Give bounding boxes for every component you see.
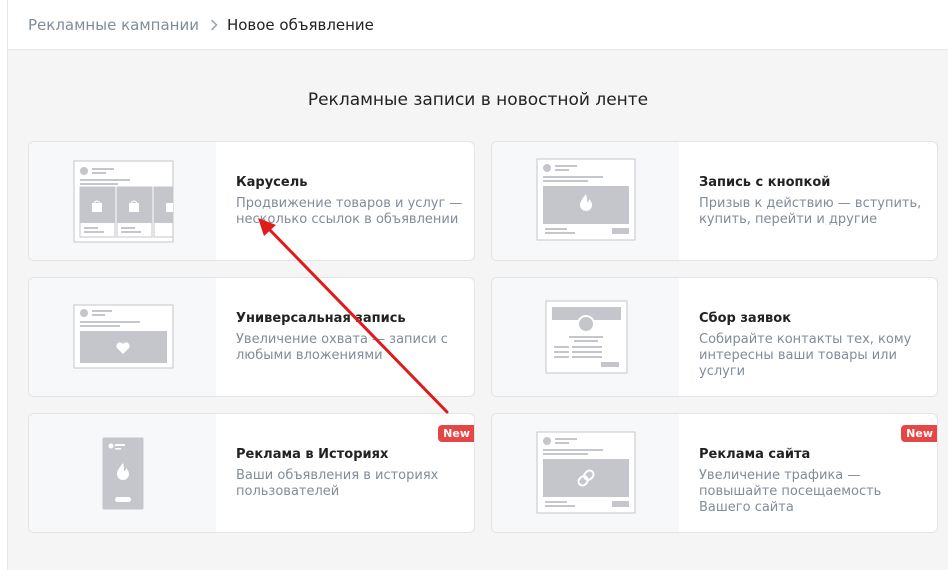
- new-badge: New: [438, 425, 474, 442]
- card-stories-ads[interactable]: Реклама в Историях Ваши объявления в ист…: [28, 413, 475, 533]
- left-sidebar-strip: [0, 0, 8, 570]
- card-title: Универсальная запись: [236, 311, 406, 326]
- button-post-preview-icon: [492, 142, 679, 260]
- breadcrumb-current: Новое объявление: [226, 15, 374, 34]
- card-description: Увеличение трафика — повышайте посещаемо…: [699, 468, 882, 515]
- universal-post-preview-icon: [29, 278, 216, 396]
- card-description: Увеличение охвата — записи с любыми влож…: [236, 332, 448, 363]
- stories-preview-icon: [29, 414, 216, 532]
- breadcrumb: Рекламные кампании Новое объявление: [8, 0, 948, 50]
- card-title: Карусель: [236, 175, 308, 190]
- carousel-preview-icon: [29, 142, 216, 260]
- card-carousel[interactable]: Карусель Продвижение товаров и услуг — н…: [28, 141, 475, 261]
- section-title: Рекламные записи в новостной ленте: [307, 90, 649, 110]
- website-ads-preview-icon: [492, 414, 679, 532]
- card-description: Собирайте контакты тех, кому интересны в…: [699, 332, 912, 379]
- breadcrumb-parent-link[interactable]: Рекламные кампании: [28, 16, 199, 34]
- card-title: Сбор заявок: [699, 311, 792, 326]
- card-website-ads[interactable]: Реклама сайта Увеличение трафика — повыш…: [491, 413, 938, 533]
- card-post-with-button[interactable]: Запись с кнопкой Призыв к действию — вст…: [491, 141, 938, 261]
- card-description: Ваши объявления в историях пользователей: [236, 468, 439, 499]
- card-universal-post[interactable]: Универсальная запись Увеличение охвата —…: [28, 277, 475, 397]
- lead-form-preview-icon: [492, 278, 679, 396]
- new-badge: New: [901, 425, 937, 442]
- card-title: Запись с кнопкой: [699, 175, 831, 190]
- card-title: Реклама в Историях: [236, 447, 389, 462]
- card-title: Реклама сайта: [699, 447, 811, 462]
- card-description: Призыв к действию — вступить, купить, пе…: [699, 196, 922, 227]
- chevron-right-icon: [210, 18, 218, 31]
- card-lead-form[interactable]: Сбор заявок Собирайте контакты тех, кому…: [491, 277, 938, 397]
- card-description: Продвижение товаров и услуг — несколько …: [236, 196, 463, 227]
